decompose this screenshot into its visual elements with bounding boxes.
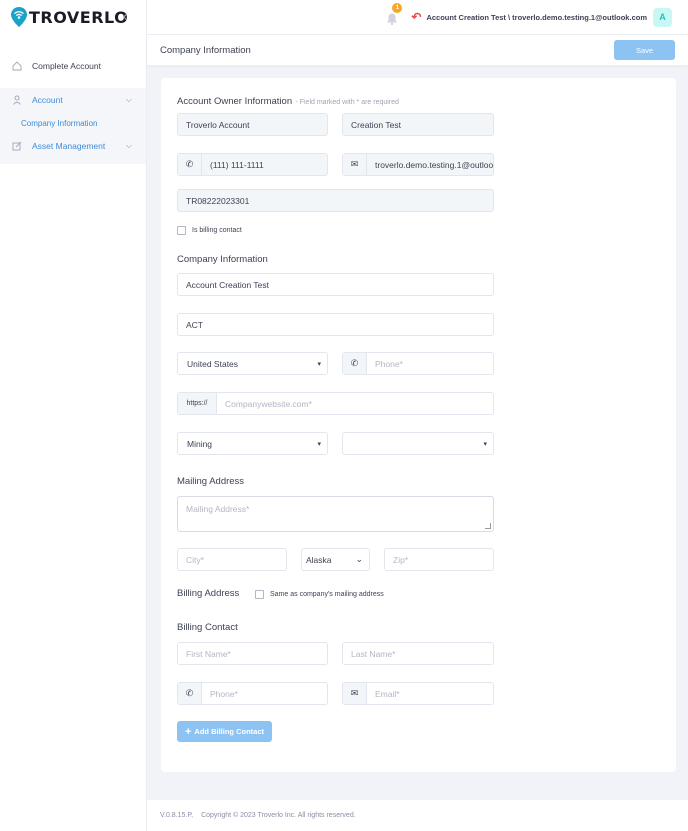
brand-name: TROVERLO: [29, 7, 129, 27]
chevron-down-icon: ▾: [317, 360, 321, 368]
add-billing-contact-button[interactable]: + Add Billing Contact: [177, 721, 272, 742]
phone-icon: ✆: [178, 683, 202, 704]
chevron-down-icon: ▾: [317, 440, 321, 448]
company-website-placeholder: Companywebsite.com*: [225, 398, 312, 409]
company-section-title: Company Information: [177, 254, 268, 265]
sidebar-item-label: Complete Account: [32, 61, 101, 71]
city-field[interactable]: City*: [177, 548, 287, 571]
chevron-down-icon: ⌄: [355, 554, 363, 564]
industry-value: Mining: [187, 438, 213, 449]
sub-industry-select[interactable]: ▾: [342, 432, 494, 455]
sidebar-item-asset-management[interactable]: Asset Management ⌵: [0, 134, 146, 158]
chevron-down-icon: ⌵: [125, 95, 132, 104]
brand: TROVERLO ‹: [0, 0, 146, 34]
billing-email-field[interactable]: ✉ Email*: [342, 682, 494, 705]
same-as-mailing-checkbox[interactable]: [255, 590, 264, 599]
billing-contact-section-title: Billing Contact: [177, 622, 238, 633]
phone-icon: ✆: [178, 154, 202, 175]
billing-phone-field[interactable]: ✆ Phone*: [177, 682, 328, 705]
state-value: Alaska: [306, 554, 332, 565]
envelope-icon: ✉: [343, 683, 367, 704]
user-icon: [12, 95, 22, 105]
sidebar: TROVERLO ‹ Complete Account Account ⌵ Co…: [0, 0, 147, 831]
same-as-mailing-label: Same as company's mailing address: [270, 591, 384, 598]
version-text: V.0.8.15.P,: [160, 812, 194, 819]
add-billing-contact-label: Add Billing Contact: [194, 727, 264, 736]
account-id-field[interactable]: TR08222023301: [177, 189, 494, 212]
company-phone-field[interactable]: ✆ Phone*: [342, 352, 494, 375]
sidebar-subitem-company-information[interactable]: Company Information: [0, 112, 146, 134]
is-billing-contact-row[interactable]: Is billing contact: [177, 226, 242, 235]
sidebar-item-account[interactable]: Account ⌵: [0, 88, 146, 112]
company-name-field[interactable]: Account Creation Test: [177, 273, 494, 296]
sidebar-menu: Complete Account Account ⌵ Company Infor…: [0, 42, 146, 164]
billing-last-name-field[interactable]: Last Name*: [342, 642, 494, 665]
required-note: - Field marked with * are required: [295, 99, 399, 106]
is-billing-contact-checkbox[interactable]: [177, 226, 186, 235]
company-form-card: Account Owner Information - Field marked…: [161, 78, 676, 772]
sidebar-item-complete-account[interactable]: Complete Account: [0, 54, 146, 78]
resize-handle[interactable]: [485, 523, 491, 529]
save-button[interactable]: Save: [614, 40, 675, 60]
page-title: Company Information: [160, 44, 251, 56]
undo-arrow-icon[interactable]: ↶: [411, 10, 421, 24]
zip-field[interactable]: Zip*: [384, 548, 494, 571]
owner-last-name-field[interactable]: Creation Test: [342, 113, 494, 136]
subheader: Company Information Save: [147, 34, 688, 65]
edit-icon: [12, 141, 22, 151]
home-icon: [12, 61, 22, 71]
sidebar-item-label: Account: [32, 95, 63, 105]
mailing-address-placeholder: Mailing Address*: [186, 504, 250, 514]
notifications[interactable]: 1: [385, 3, 403, 26]
avatar[interactable]: A: [653, 7, 672, 27]
company-phone-placeholder: Phone*: [375, 358, 403, 369]
user-account-label[interactable]: Account Creation Test \ troverlo.demo.te…: [426, 13, 647, 22]
bell-icon: [387, 13, 398, 26]
company-website-field[interactable]: https:// Companywebsite.com*: [177, 392, 494, 415]
envelope-icon: ✉: [343, 154, 367, 175]
sidebar-item-label: Asset Management: [32, 141, 106, 151]
location-pin-icon: [11, 7, 27, 27]
is-billing-contact-label: Is billing contact: [192, 227, 242, 234]
country-value: United States: [187, 358, 239, 369]
collapse-sidebar-icon[interactable]: ‹: [123, 8, 128, 26]
chevron-down-icon: ⌵: [125, 141, 132, 150]
owner-phone-value: (111) 111-1111: [210, 159, 264, 170]
owner-phone-field[interactable]: ✆ (111) 111-1111: [177, 153, 328, 176]
phone-icon: ✆: [343, 353, 367, 374]
billing-email-placeholder: Email*: [375, 688, 400, 699]
topbar: 1 ↶ Account Creation Test \ troverlo.dem…: [147, 0, 688, 34]
owner-email-field[interactable]: ✉ troverlo.demo.testing.1@outlook.com: [342, 153, 494, 176]
billing-phone-placeholder: Phone*: [210, 688, 238, 699]
state-select[interactable]: Alaska ⌄: [301, 548, 370, 571]
same-as-mailing-row[interactable]: Same as company's mailing address: [255, 590, 384, 599]
industry-select[interactable]: Mining ▾: [177, 432, 328, 455]
mailing-address-textarea[interactable]: Mailing Address*: [177, 496, 494, 532]
owner-section-header: Account Owner Information - Field marked…: [177, 93, 399, 107]
chevron-down-icon: ▾: [483, 440, 487, 448]
billing-first-name-field[interactable]: First Name*: [177, 642, 328, 665]
owner-section-title: Account Owner Information: [177, 96, 293, 107]
owner-first-name-field[interactable]: Troverlo Account: [177, 113, 328, 136]
country-select[interactable]: United States ▾: [177, 352, 328, 375]
owner-email-value: troverlo.demo.testing.1@outlook.com: [375, 159, 493, 170]
footer: V.0.8.15.P, Copyright © 2023 Troverlo In…: [147, 800, 688, 831]
notification-badge: 1: [392, 3, 403, 13]
mailing-section-title: Mailing Address: [177, 476, 245, 487]
website-prefix: https://: [178, 393, 217, 414]
copyright-text: Copyright © 2023 Troverlo Inc. All right…: [201, 812, 356, 819]
company-abbreviation-field[interactable]: ACT: [177, 313, 494, 336]
billing-section-title: Billing Address: [177, 588, 240, 599]
plus-icon: +: [184, 725, 192, 738]
